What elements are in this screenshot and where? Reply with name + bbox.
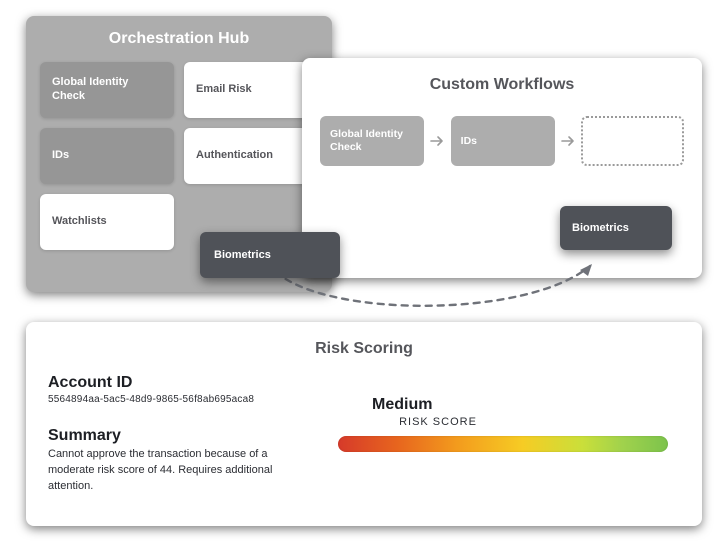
- hub-tile[interactable]: Email Risk: [184, 62, 318, 118]
- workflow-row: Global Identity Check IDs: [320, 116, 684, 166]
- workflow-dropzone[interactable]: [581, 116, 684, 166]
- orchestration-hub-title: Orchestration Hub: [40, 30, 318, 48]
- risk-right-column: Medium RISK SCORE: [338, 374, 680, 495]
- account-id-value: 5564894aa-5ac5-48d9-9865-56f8ab695aca8: [48, 394, 308, 405]
- workflow-step[interactable]: IDs: [451, 116, 555, 166]
- account-id-label: Account ID: [48, 374, 308, 392]
- custom-workflows-title: Custom Workflows: [320, 76, 684, 94]
- hub-tile[interactable]: Authentication: [184, 128, 318, 184]
- diagram-stage: Orchestration Hub Global Identity Check …: [0, 0, 720, 548]
- hub-tile[interactable]: Global Identity Check: [40, 62, 174, 118]
- risk-scoring-title: Risk Scoring: [48, 340, 680, 358]
- arrow-right-icon: [561, 133, 576, 149]
- arrow-right-icon: [430, 133, 445, 149]
- workflow-biometrics-chip[interactable]: Biometrics: [560, 206, 672, 250]
- risk-scoring-panel: Risk Scoring Account ID 5564894aa-5ac5-4…: [26, 322, 702, 526]
- risk-caption: RISK SCORE: [358, 416, 518, 428]
- workflow-step[interactable]: Global Identity Check: [320, 116, 424, 166]
- risk-level: Medium: [372, 396, 680, 414]
- summary-text: Cannot approve the transaction because o…: [48, 447, 278, 495]
- summary-label: Summary: [48, 427, 308, 445]
- hub-tile[interactable]: Watchlists: [40, 194, 174, 250]
- risk-score-bar: [338, 436, 668, 452]
- hub-tile-grid: Global Identity Check Email Risk IDs Aut…: [40, 62, 318, 250]
- risk-left-column: Account ID 5564894aa-5ac5-48d9-9865-56f8…: [48, 374, 308, 495]
- hub-tile[interactable]: IDs: [40, 128, 174, 184]
- risk-body: Account ID 5564894aa-5ac5-48d9-9865-56f8…: [48, 374, 680, 495]
- hub-biometrics-chip[interactable]: Biometrics: [200, 232, 340, 278]
- custom-workflows-panel: Custom Workflows Global Identity Check I…: [302, 58, 702, 278]
